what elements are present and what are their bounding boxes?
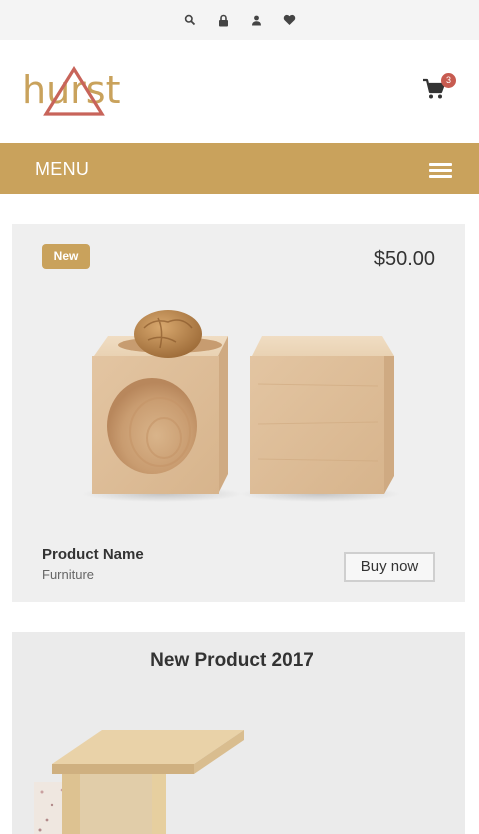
- featured-product-card[interactable]: New $50.00 Product Name Furniture Buy no…: [12, 224, 465, 602]
- utility-bar: [0, 0, 479, 40]
- hamburger-menu-icon[interactable]: [429, 163, 453, 179]
- search-icon[interactable]: [182, 12, 198, 28]
- product-category: Furniture: [42, 567, 95, 582]
- cart-count-badge: 3: [441, 73, 456, 88]
- utility-icons: [0, 0, 479, 40]
- product-name[interactable]: Product Name: [42, 546, 144, 563]
- site-header: hurst 3: [0, 40, 479, 143]
- lock-icon[interactable]: [215, 12, 231, 28]
- menu-label[interactable]: MENU: [35, 159, 89, 180]
- new-badge: New: [42, 244, 90, 269]
- new-product-title: New Product 2017: [150, 650, 314, 671]
- new-product-card[interactable]: New Product 2017: [12, 632, 465, 834]
- site-logo[interactable]: hurst: [22, 66, 132, 120]
- buy-now-button[interactable]: Buy now: [344, 552, 435, 582]
- product-price: $50.00: [373, 248, 435, 270]
- menu-bar[interactable]: MENU: [0, 143, 479, 194]
- stool-image[interactable]: [22, 720, 282, 834]
- user-icon[interactable]: [248, 12, 264, 28]
- product-image[interactable]: [82, 304, 402, 504]
- logo-triangle-icon: [43, 66, 105, 116]
- cart-button[interactable]: 3: [422, 73, 458, 108]
- heart-icon[interactable]: [281, 12, 297, 28]
